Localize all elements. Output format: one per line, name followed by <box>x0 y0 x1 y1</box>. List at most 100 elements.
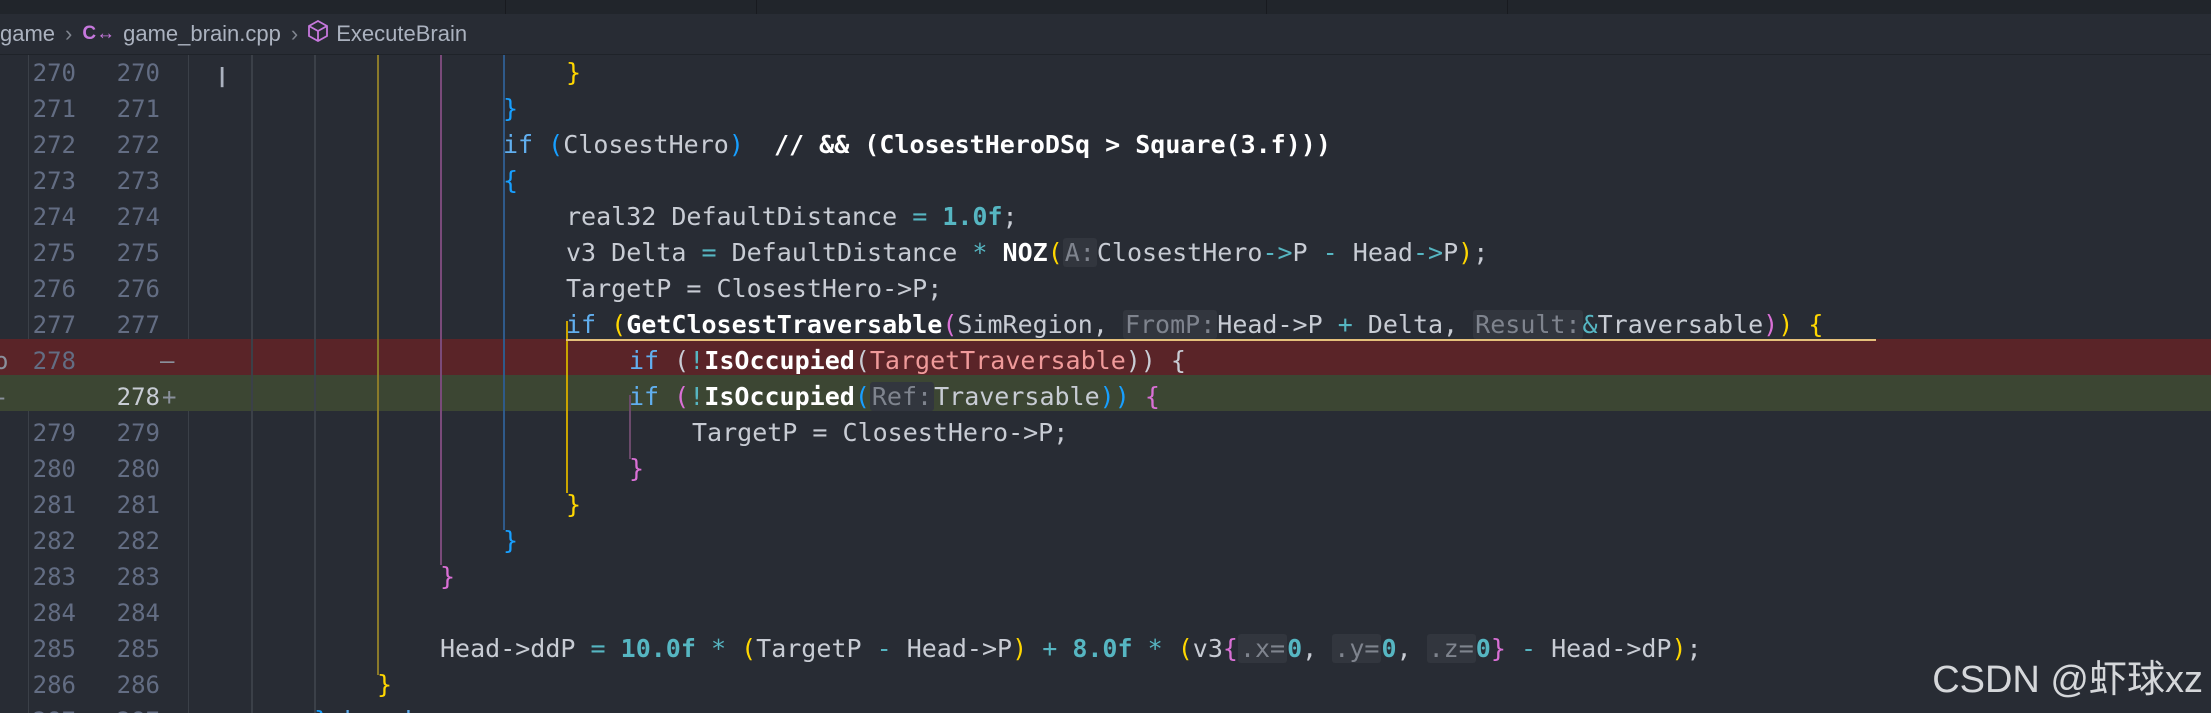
operator: * <box>710 634 727 663</box>
deleted-code-line: o 278 — if (!IsOccupied(TargetTraversabl… <box>0 343 2211 379</box>
operator: - <box>1520 634 1537 663</box>
brace: } <box>1490 634 1506 663</box>
function-name: NOZ <box>1002 238 1048 267</box>
brace: { <box>1808 310 1824 339</box>
line-number-new: 274 <box>116 203 160 231</box>
code-token: P <box>1292 238 1323 267</box>
code-text: if (!IsOccupied(TargetTraversable)) { <box>629 343 1186 379</box>
brace: } <box>566 490 582 519</box>
code-text: } break; <box>314 703 434 713</box>
code-line: 284 284 <box>0 595 2211 631</box>
code-text: } <box>629 451 644 487</box>
operator: - <box>1322 238 1338 267</box>
diff-indicator: - <box>0 379 8 415</box>
paren: )) <box>1099 382 1130 411</box>
code-line: 287 287 } break; <box>0 703 2211 713</box>
chevron-right-icon: › <box>290 21 299 46</box>
brace: } <box>314 706 329 713</box>
code-token: Head->dP <box>1536 634 1672 663</box>
code-line: 286 286 } <box>0 667 2211 703</box>
code-token: ; <box>419 706 434 713</box>
editor-tab[interactable] <box>1267 0 1508 14</box>
inlay-hint: .y= <box>1332 634 1382 663</box>
operator: -> <box>1412 238 1444 267</box>
operator: * <box>972 238 988 267</box>
line-number-old: 279 <box>32 419 76 447</box>
function-name: IsOccupied <box>704 346 855 375</box>
operator: & <box>1582 310 1598 339</box>
bracket-match-underline <box>566 339 1876 341</box>
line-number-old: 282 <box>32 527 76 555</box>
number: 0 <box>1287 634 1303 663</box>
line-number-new: 273 <box>116 167 160 195</box>
text-cursor-icon: I <box>218 61 227 94</box>
paren: ( <box>1177 634 1193 663</box>
line-number-old: 285 <box>32 635 76 663</box>
line-number-old: 270 <box>32 59 76 87</box>
paren: ) <box>1778 310 1794 339</box>
breadcrumb-folder[interactable]: game <box>0 21 55 47</box>
breadcrumb-symbol[interactable]: ExecuteBrain <box>336 21 467 47</box>
editor-tab[interactable] <box>1108 0 1267 14</box>
number: 10.0f <box>620 634 696 663</box>
line-number-old: 273 <box>32 167 76 195</box>
operator: = <box>912 202 928 231</box>
function-name: GetClosestTraversable <box>626 310 943 339</box>
cpp-file-icon: C↔ <box>82 23 116 44</box>
number: 1.0f <box>942 202 1003 231</box>
code-text: } <box>503 91 518 127</box>
line-number-old: 281 <box>32 491 76 519</box>
code-token: )) { <box>1125 346 1186 375</box>
code-editor[interactable]: 270 270 } 271 271 } 272 272 if (ClosestH… <box>0 55 2211 713</box>
paren: ( <box>942 310 958 339</box>
operator: + <box>1042 634 1058 663</box>
line-number-new: 282 <box>116 527 160 555</box>
editor-tab[interactable] <box>506 0 757 14</box>
added-code-line: - 278 + if (!IsOccupied(Ref:Traversable)… <box>0 379 2211 415</box>
code-token: ; <box>1473 238 1489 267</box>
code-token: TargetP = ClosestHero->P; <box>566 274 943 303</box>
code-text: if (!IsOccupied(Ref:Traversable)) { <box>629 379 1160 415</box>
brace: } <box>566 58 582 87</box>
code-text: if (ClosestHero) // && (ClosestHeroDSq >… <box>503 127 1331 163</box>
operator: - <box>876 634 892 663</box>
brace: } <box>503 94 519 123</box>
paren: ( <box>1047 238 1063 267</box>
code-text: real32 DefaultDistance = 1.0f; <box>566 199 1018 235</box>
paren: ) <box>1012 634 1028 663</box>
code-text: { <box>503 163 518 199</box>
paren: ) <box>1763 310 1779 339</box>
code-token: Head->P <box>1217 310 1338 339</box>
editor-tab[interactable] <box>0 0 506 14</box>
code-line: 285 285 Head->ddP = 10.0f * (TargetP - H… <box>0 631 2211 667</box>
code-line: 274 274 real32 DefaultDistance = 1.0f; <box>0 199 2211 235</box>
line-number-new: 281 <box>116 491 160 519</box>
keyword: break <box>344 706 419 713</box>
operator: * <box>1147 634 1163 663</box>
code-token: ; <box>1002 202 1018 231</box>
line-number-old: 274 <box>32 203 76 231</box>
line-number-old: 283 <box>32 563 76 591</box>
keyword: if <box>629 382 660 411</box>
code-text: TargetP = ClosestHero->P; <box>692 415 1068 451</box>
paren: ( <box>854 346 870 375</box>
code-text: TargetP = ClosestHero->P; <box>566 271 942 307</box>
keyword: if <box>503 130 534 159</box>
identifier: TargetTraversable <box>869 346 1126 375</box>
code-token: v3 <box>1192 634 1223 663</box>
paren: ( <box>611 310 627 339</box>
line-number-new: 272 <box>116 131 160 159</box>
code-token: Head <box>1337 238 1413 267</box>
line-number-new: 278 <box>116 383 160 411</box>
line-number-old: 286 <box>32 671 76 699</box>
keyword: if <box>566 310 597 339</box>
inlay-hint: A: <box>1062 238 1097 267</box>
breadcrumb-file[interactable]: game_brain.cpp <box>123 21 281 47</box>
operator: -> <box>1262 238 1293 267</box>
code-line: 272 272 if (ClosestHero) // && (ClosestH… <box>0 127 2211 163</box>
inlay-hint: FromP: <box>1122 310 1218 339</box>
code-line: 282 282 } <box>0 523 2211 559</box>
brace: { <box>1222 634 1238 663</box>
code-token: SimRegion, <box>957 310 1123 339</box>
line-number-new: 285 <box>116 635 160 663</box>
